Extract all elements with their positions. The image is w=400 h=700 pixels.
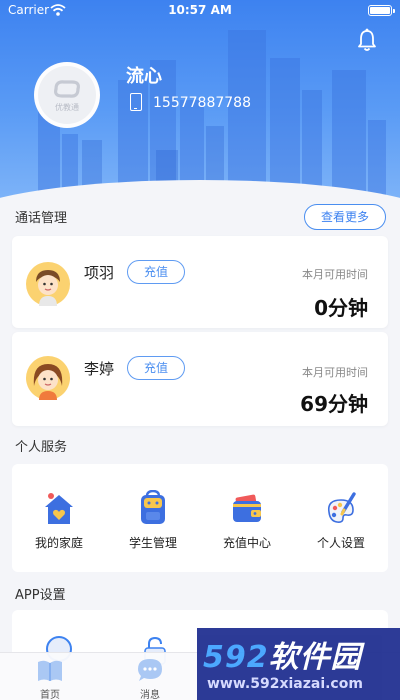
tab-messages[interactable]: 消息 bbox=[120, 655, 180, 700]
palette-brush-icon bbox=[327, 492, 356, 523]
girl-avatar-icon bbox=[26, 356, 70, 400]
service-my-family[interactable]: 我的家庭 bbox=[12, 464, 106, 572]
username: 流心 bbox=[126, 66, 162, 87]
user-avatar[interactable]: 优教通 bbox=[34, 62, 100, 128]
personal-services-grid: 我的家庭 学生管理 充值中心 个人设置 bbox=[12, 464, 388, 572]
contact-name: 李婷 bbox=[84, 360, 115, 378]
tab-label: 消息 bbox=[140, 690, 160, 700]
home-book-icon bbox=[38, 660, 62, 681]
watermark-title: 592软件园 bbox=[203, 632, 362, 676]
phone-number: 15577887788 bbox=[153, 95, 251, 111]
recharge-button[interactable]: 充值 bbox=[127, 356, 185, 380]
tab-home[interactable]: 首页 bbox=[20, 655, 80, 700]
available-time-label: 本月可用时间 bbox=[302, 268, 368, 281]
tab-label: 首页 bbox=[40, 690, 60, 700]
service-personal-settings[interactable]: 个人设置 bbox=[294, 464, 388, 572]
boy-avatar-icon bbox=[26, 262, 70, 306]
contact-card-2[interactable]: 李婷 充值 本月可用时间 69分钟 bbox=[12, 332, 388, 426]
service-student-management[interactable]: 学生管理 bbox=[106, 464, 200, 572]
watermark-number: 592 bbox=[203, 640, 269, 675]
available-time-value: 0分钟 bbox=[314, 296, 368, 320]
section-title-call-management: 通话管理 bbox=[15, 211, 68, 226]
message-icon bbox=[138, 659, 162, 681]
notification-bell-icon[interactable] bbox=[356, 28, 378, 52]
status-time: 10:57 AM bbox=[168, 3, 232, 17]
service-label: 充值中心 bbox=[222, 536, 271, 550]
service-label: 学生管理 bbox=[128, 536, 177, 550]
avatar-logo-text: 优教通 bbox=[55, 102, 79, 112]
wallet-icon bbox=[233, 494, 261, 522]
service-recharge-center[interactable]: 充值中心 bbox=[200, 464, 294, 572]
section-title-personal-services: 个人服务 bbox=[15, 440, 68, 455]
backpack-icon bbox=[141, 490, 165, 524]
mobile-phone-icon bbox=[130, 93, 142, 111]
view-more-button[interactable]: 查看更多 bbox=[304, 204, 386, 230]
recharge-button[interactable]: 充值 bbox=[127, 260, 185, 284]
available-time-value: 69分钟 bbox=[300, 392, 368, 416]
service-label: 个人设置 bbox=[316, 536, 365, 550]
service-label: 我的家庭 bbox=[34, 536, 83, 550]
available-time-label: 本月可用时间 bbox=[302, 366, 368, 379]
watermark-url: www.592xiazai.com bbox=[207, 676, 363, 692]
site-watermark: 592软件园 www.592xiazai.com bbox=[197, 628, 400, 700]
app-logo-icon bbox=[54, 79, 80, 98]
home-heart-icon bbox=[45, 493, 73, 524]
contact-card-1[interactable]: 项羽 充值 本月可用时间 0分钟 bbox=[12, 236, 388, 328]
section-title-app-settings: APP设置 bbox=[15, 588, 66, 603]
status-bar: Carrier 10:57 AM bbox=[0, 0, 400, 22]
contact-name: 项羽 bbox=[84, 264, 115, 282]
watermark-text: 软件园 bbox=[268, 640, 362, 675]
battery-icon bbox=[368, 5, 395, 16]
